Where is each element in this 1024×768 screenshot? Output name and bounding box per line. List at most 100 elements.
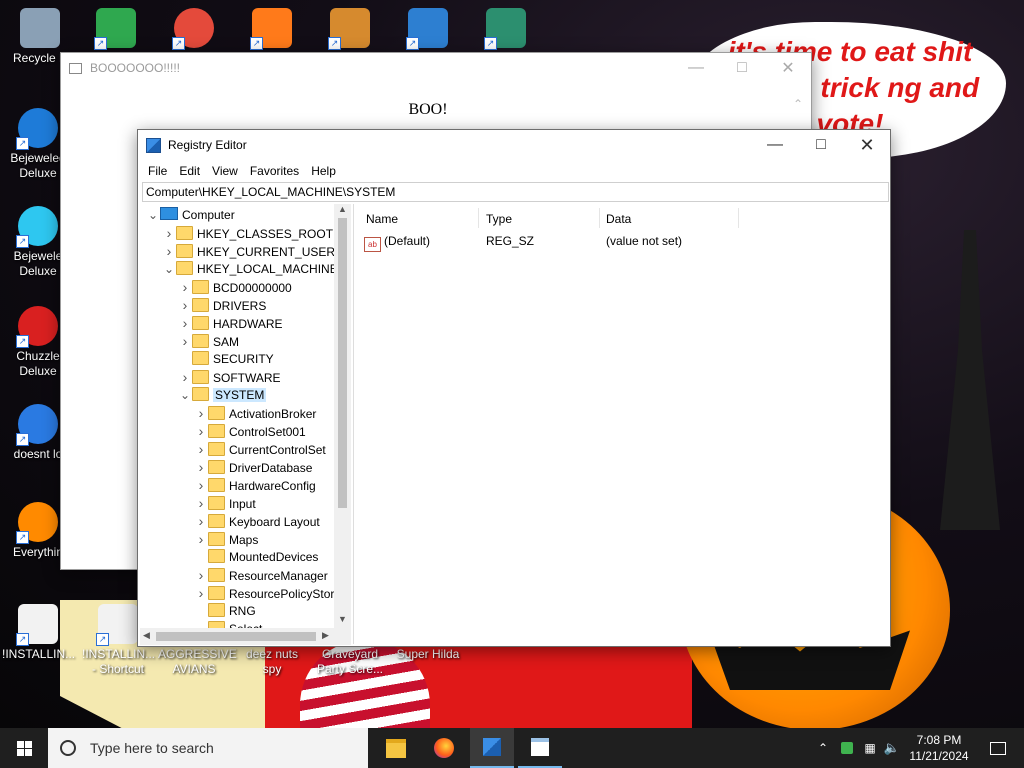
start-button[interactable]: [0, 728, 48, 768]
chevron-right-icon[interactable]: ›: [194, 476, 208, 494]
column-divider[interactable]: [738, 208, 739, 228]
scrollbar-thumb[interactable]: [156, 632, 316, 641]
close-button[interactable]: ✕: [765, 53, 811, 83]
desktop-icon[interactable]: ↗: [236, 8, 308, 51]
tree-node[interactable]: MountedDevices: [194, 548, 318, 566]
boo-titlebar[interactable]: BOOOOOOO!!!!! — □ ✕: [61, 53, 811, 83]
menu-favorites[interactable]: Favorites: [244, 164, 305, 178]
chevron-right-icon[interactable]: ›: [162, 224, 176, 242]
chevron-right-icon[interactable]: ›: [162, 242, 176, 260]
taskbar-boo-window[interactable]: [518, 728, 562, 768]
maximize-button[interactable]: □: [798, 130, 844, 160]
tree-node[interactable]: › ResourceManager: [194, 566, 328, 584]
chevron-right-icon[interactable]: ›: [178, 296, 192, 314]
registry-editor-window[interactable]: Registry Editor — □ ✕ File Edit View Favori…: [137, 129, 891, 647]
tree-node[interactable]: › HardwareConfig: [194, 476, 316, 494]
menu-help[interactable]: Help: [305, 164, 342, 178]
desktop-icon[interactable]: ↗: [470, 8, 542, 51]
tray-app-icon[interactable]: [838, 728, 856, 768]
notifications-button[interactable]: [978, 728, 1018, 768]
chevron-right-icon[interactable]: ›: [194, 512, 208, 530]
chevron-right-icon[interactable]: ›: [194, 530, 208, 548]
tree-node[interactable]: RNG: [194, 602, 256, 620]
chevron-right-icon[interactable]: ›: [178, 332, 192, 350]
chevron-right-icon[interactable]: ›: [194, 440, 208, 458]
scroll-up-icon[interactable]: ⌃: [793, 97, 803, 111]
tree-node[interactable]: › HKEY_CLASSES_ROOT: [162, 224, 333, 242]
scrollbar-thumb[interactable]: [338, 218, 347, 508]
tree-node[interactable]: › HARDWARE: [178, 314, 283, 332]
search-box[interactable]: Type here to search: [48, 728, 368, 768]
chevron-down-icon[interactable]: ⌄: [178, 386, 192, 404]
folder-icon: [192, 334, 209, 348]
column-divider[interactable]: [478, 208, 479, 228]
taskbar-registry-editor[interactable]: [470, 728, 514, 768]
tree-node[interactable]: SECURITY: [178, 350, 274, 368]
desktop-icon[interactable]: ↗: [158, 8, 230, 51]
taskbar-firefox[interactable]: [422, 728, 466, 768]
tree-node[interactable]: › SAM: [178, 332, 239, 350]
clock[interactable]: 7:08 PM 11/21/2024: [906, 728, 972, 768]
tree-node[interactable]: › Maps: [194, 530, 259, 548]
tree-vertical-scrollbar[interactable]: ▲ ▼: [334, 204, 351, 628]
chevron-right-icon[interactable]: ›: [194, 584, 208, 602]
column-header-name[interactable]: Name: [366, 212, 398, 226]
close-button[interactable]: ✕: [844, 130, 890, 160]
scroll-up-icon[interactable]: ▲: [338, 204, 347, 214]
tree-node[interactable]: › SOFTWARE: [178, 368, 281, 386]
folder-app-icon: ↗: [328, 8, 370, 50]
chevron-right-icon[interactable]: ›: [178, 314, 192, 332]
desktop-icon[interactable]: ↗ !INSTALLIN...: [2, 604, 75, 662]
volume-icon[interactable]: 🔈: [882, 728, 902, 768]
show-hidden-icons-button[interactable]: ⌃: [814, 728, 832, 768]
menu-file[interactable]: File: [142, 164, 173, 178]
chevron-right-icon[interactable]: ›: [194, 566, 208, 584]
desktop-icon[interactable]: ↗: [80, 8, 152, 51]
network-icon[interactable]: ▦: [860, 728, 880, 768]
tree-node[interactable]: › CurrentControlSet: [194, 440, 326, 458]
chevron-down-icon[interactable]: ⌄: [146, 206, 160, 224]
tree-node[interactable]: › Input: [194, 494, 256, 512]
minimize-button[interactable]: —: [673, 53, 719, 83]
chevron-right-icon[interactable]: ›: [194, 458, 208, 476]
column-divider[interactable]: [599, 208, 600, 228]
registry-titlebar[interactable]: Registry Editor — □ ✕: [138, 130, 890, 160]
desktop-icon[interactable]: ↗: [392, 8, 464, 51]
tree-node[interactable]: › ActivationBroker: [194, 404, 317, 422]
values-list[interactable]: Name Type Data ab (Default) REG_SZ (value…: [358, 204, 886, 645]
folder-icon: [192, 370, 209, 384]
tree-node[interactable]: › BCD00000000: [178, 278, 292, 296]
desktop-icon[interactable]: ↗: [314, 8, 386, 51]
tree-node[interactable]: ⌄ Computer: [146, 206, 235, 224]
tree-node-label: BCD00000000: [213, 281, 292, 295]
chevron-down-icon[interactable]: ⌄: [162, 260, 176, 278]
chevron-right-icon[interactable]: ›: [178, 278, 192, 296]
chevron-right-icon[interactable]: ›: [194, 494, 208, 512]
value-row[interactable]: ab (Default): [364, 234, 430, 252]
scroll-right-icon[interactable]: ▶: [322, 630, 329, 641]
column-header-type[interactable]: Type: [486, 212, 512, 226]
menu-view[interactable]: View: [206, 164, 244, 178]
chevron-right-icon[interactable]: ›: [178, 368, 192, 386]
tree-node[interactable]: ⌄ SYSTEM: [178, 386, 267, 404]
tree-node[interactable]: › DRIVERS: [178, 296, 267, 314]
tree-node[interactable]: › ControlSet001: [194, 422, 306, 440]
tree-horizontal-scrollbar[interactable]: ◀ ▶: [140, 628, 351, 645]
column-header-data[interactable]: Data: [606, 212, 631, 226]
tree-node[interactable]: › DriverDatabase: [194, 458, 313, 476]
minimize-button[interactable]: —: [752, 130, 798, 160]
chevron-right-icon[interactable]: ›: [194, 404, 208, 422]
tree-node[interactable]: ⌄ HKEY_LOCAL_MACHINE: [162, 260, 338, 278]
menu-edit[interactable]: Edit: [173, 164, 206, 178]
address-bar[interactable]: Computer\HKEY_LOCAL_MACHINE\SYSTEM: [142, 182, 889, 202]
scroll-left-icon[interactable]: ◀: [143, 630, 150, 641]
taskbar-file-explorer[interactable]: [374, 728, 418, 768]
tree-node[interactable]: › ResourcePolicyStore: [194, 584, 341, 602]
tree-node[interactable]: › Keyboard Layout: [194, 512, 320, 530]
scroll-down-icon[interactable]: ▼: [338, 614, 347, 624]
shortcut-arrow-icon: ↗: [16, 531, 29, 544]
registry-tree[interactable]: ⌄ Computer › HKEY_CLASSES_ROOT › HKEY_CURRENT…: [140, 204, 354, 644]
chevron-right-icon[interactable]: ›: [194, 422, 208, 440]
maximize-button[interactable]: □: [719, 53, 765, 83]
tree-node[interactable]: › HKEY_CURRENT_USER: [162, 242, 335, 260]
